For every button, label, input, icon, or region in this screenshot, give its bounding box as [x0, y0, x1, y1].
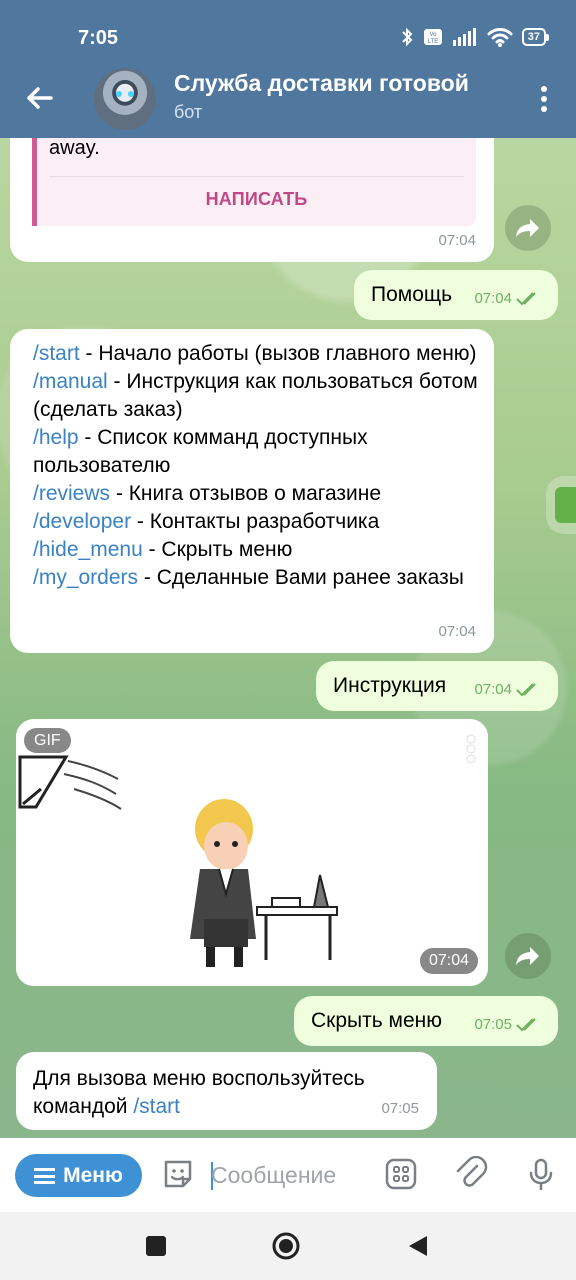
- status-time: 7:05: [78, 27, 119, 49]
- message-time: 07:04: [438, 227, 476, 255]
- write-button[interactable]: НАПИСАТЬ: [37, 185, 476, 213]
- message-plain-text: Для вызова меню воспользуйтесь командой: [33, 1067, 365, 1118]
- message-input-bar: Меню: [0, 1138, 576, 1212]
- command-my-orders-link[interactable]: /my_orders: [33, 566, 138, 589]
- time-text: 07:04: [474, 681, 512, 698]
- gif-time: 07:04: [419, 948, 478, 974]
- message-time: 07:04: [474, 676, 540, 704]
- system-navigation-bar: [0, 1212, 576, 1280]
- message-time: 07:05: [474, 1011, 540, 1039]
- quote-divider: [49, 176, 464, 177]
- outgoing-message: Помощь 07:04: [354, 270, 558, 320]
- emoji-button[interactable]: [160, 1156, 196, 1192]
- microphone-icon: [529, 1158, 553, 1191]
- command-start-link[interactable]: /start: [133, 1095, 180, 1118]
- message-text: Для вызова меню воспользуйтесь командой …: [33, 1065, 423, 1121]
- chat-header: Служба доставки готовой бот: [0, 62, 576, 138]
- read-check-icon: [516, 1018, 536, 1032]
- battery-indicator: 37: [521, 28, 550, 46]
- more-vertical-icon: [541, 86, 547, 112]
- gif-animation: [16, 719, 488, 986]
- apps-grid-icon: [385, 1158, 417, 1190]
- previous-bot-message: away. НАПИСАТЬ 07:04: [10, 138, 494, 262]
- message-time: 07:05: [381, 1095, 419, 1123]
- volte-icon: Vo LTE: [423, 27, 443, 47]
- bot-avatar[interactable]: [94, 68, 156, 130]
- outgoing-message: Инструкция 07:04: [316, 661, 558, 711]
- back-triangle-icon: [409, 1236, 427, 1256]
- svg-text:Vo: Vo: [429, 32, 437, 38]
- read-check-icon: [516, 683, 536, 697]
- paperclip-icon: [456, 1155, 488, 1187]
- quoted-text: away.: [49, 138, 100, 159]
- message-input[interactable]: [211, 1154, 371, 1196]
- forward-icon: [516, 219, 539, 237]
- command-help-description: - Список комманд доступных пользователю: [33, 426, 368, 477]
- chat-area[interactable]: away. НАПИСАТЬ 07:04 Помощь 07:04 /start…: [0, 138, 576, 1138]
- command-my-orders-description: - Сделанные Вами ранее заказы: [138, 566, 464, 589]
- commands-message: /start - Начало работы (вызов главного м…: [10, 329, 494, 653]
- wifi-icon: [487, 27, 513, 47]
- bluetooth-icon: [400, 27, 414, 47]
- forward-icon: [516, 947, 539, 965]
- command-developer-description: - Контакты разработчика: [131, 510, 380, 533]
- signal-icon: [452, 28, 478, 46]
- back-button[interactable]: [22, 80, 58, 116]
- bot-apps-button[interactable]: [383, 1156, 419, 1192]
- quoted-card: away. НАПИСАТЬ: [32, 138, 476, 226]
- command-start-link[interactable]: /start: [33, 342, 80, 365]
- svg-text:LTE: LTE: [427, 39, 438, 45]
- commands-list: /start - Начало работы (вызов главного м…: [33, 340, 479, 592]
- home-circle-icon: [272, 1232, 300, 1260]
- gif-message[interactable]: GIF 07:04: [16, 719, 488, 986]
- command-manual-link[interactable]: /manual: [33, 370, 108, 393]
- recent-apps-button[interactable]: [142, 1232, 170, 1260]
- status-icons: Vo LTE 37: [400, 27, 550, 47]
- incoming-message: Для вызова меню воспользуйтесь командой …: [16, 1052, 437, 1130]
- avatar-eye: [128, 91, 134, 97]
- voice-message-button[interactable]: [523, 1156, 559, 1192]
- status-bar: 7:05 Vo LTE 37: [0, 0, 576, 62]
- chat-subtitle: бот: [174, 102, 203, 122]
- outgoing-message: Скрыть меню 07:05: [294, 996, 558, 1046]
- chat-title[interactable]: Служба доставки готовой: [174, 70, 510, 97]
- menu-button[interactable]: Меню: [15, 1154, 142, 1197]
- back-arrow-icon: [27, 87, 53, 109]
- square-icon: [146, 1236, 166, 1256]
- time-text: 07:05: [381, 1100, 419, 1117]
- command-reviews-link[interactable]: /reviews: [33, 482, 110, 505]
- message-text: Инструкция: [333, 674, 447, 697]
- command-hide-menu-link[interactable]: /hide_menu: [33, 538, 143, 561]
- attach-button[interactable]: [453, 1155, 489, 1192]
- sticker-icon: [164, 1160, 192, 1188]
- home-button[interactable]: [272, 1232, 300, 1260]
- command-hide-menu-description: - Скрыть меню: [142, 538, 293, 561]
- forward-button[interactable]: [505, 205, 551, 251]
- floating-sticker-button[interactable]: [546, 476, 576, 534]
- gif-label: GIF: [24, 728, 71, 753]
- message-time: 07:04: [438, 618, 476, 646]
- avatar-eye: [116, 91, 122, 97]
- system-back-button[interactable]: [405, 1232, 433, 1260]
- command-start-description: - Начало работы (вызов главного меню): [79, 342, 477, 365]
- command-help-link[interactable]: /help: [33, 426, 79, 449]
- forward-button[interactable]: [505, 933, 551, 979]
- time-text: 07:04: [438, 232, 476, 249]
- sticker-icon: [555, 487, 576, 523]
- time-text: 07:04: [474, 290, 512, 307]
- time-text: 07:05: [474, 1016, 512, 1033]
- command-reviews-description: - Книга отзывов о магазине: [110, 482, 382, 505]
- command-developer-link[interactable]: /developer: [33, 510, 131, 533]
- hamburger-icon: [34, 1167, 56, 1184]
- time-text: 07:04: [438, 623, 476, 640]
- menu-button-label: Меню: [63, 1163, 123, 1187]
- message-text: Скрыть меню: [311, 1009, 442, 1032]
- message-text: Помощь: [371, 283, 453, 306]
- more-options-button[interactable]: [534, 82, 554, 116]
- message-time: 07:04: [474, 285, 540, 313]
- read-check-icon: [516, 292, 536, 306]
